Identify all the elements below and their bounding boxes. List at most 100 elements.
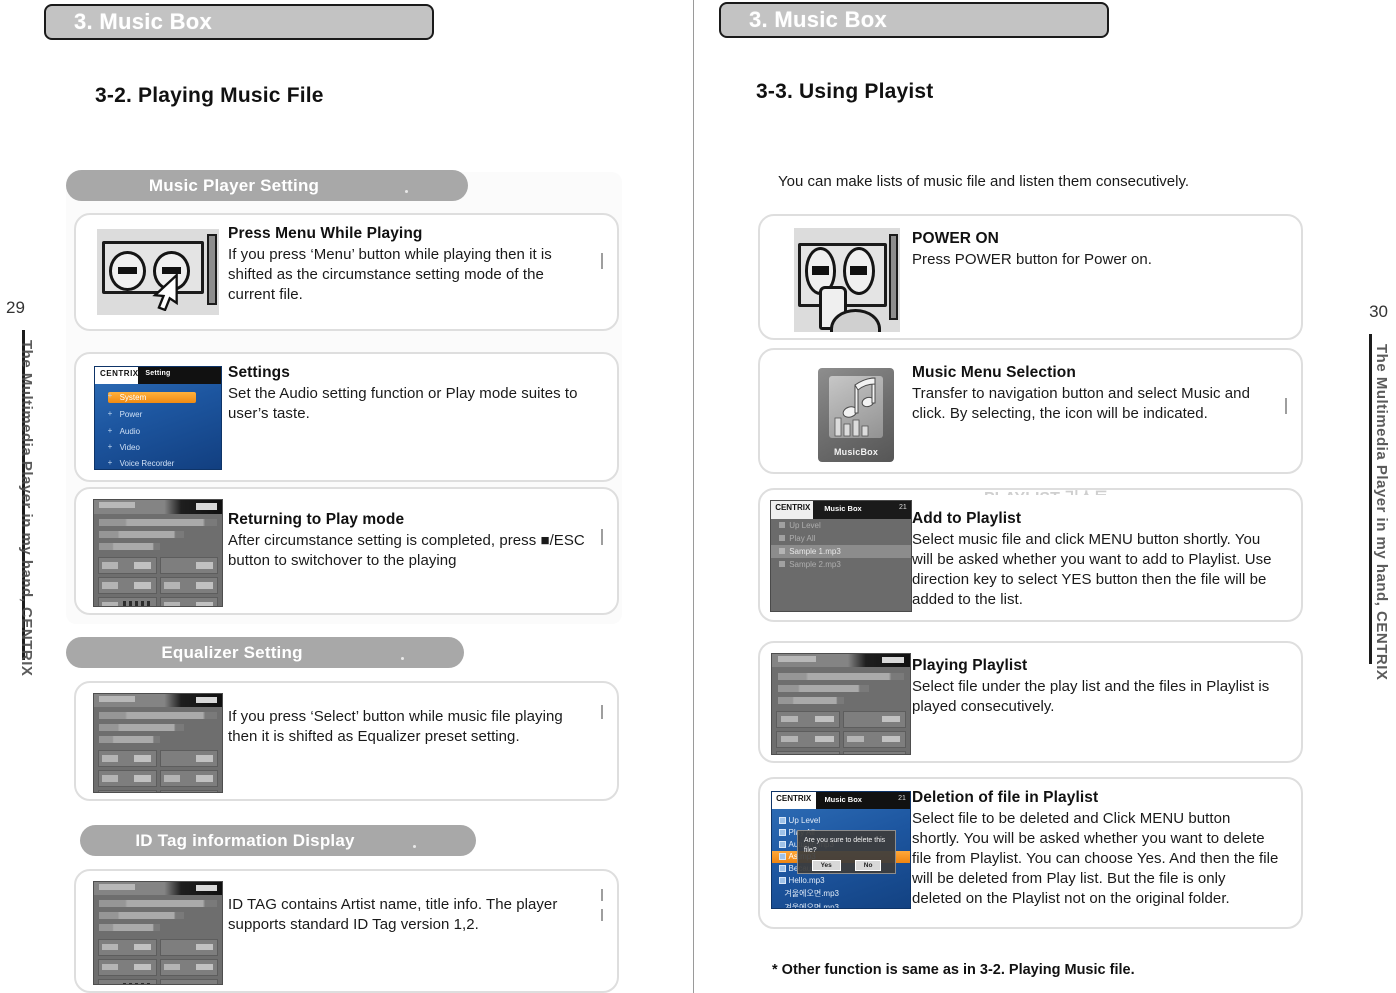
card-text: Select file under the play list and the … [912, 678, 1270, 715]
capsule-dot-icon [413, 845, 416, 848]
card-body: Returning to Play mode After circumstanc… [228, 489, 617, 571]
right-margin: 30 The Multimedia Player in my hand, CEN… [1340, 0, 1396, 993]
list-item: Up Level [771, 519, 911, 532]
card-text: If you press ‘Select’ button while music… [228, 708, 563, 745]
chapter-pill-left: 3. Music Box [44, 4, 434, 40]
gray-playlist-browser: CENTRIX Music Box 21 Up Level Play All S… [770, 500, 912, 612]
dialog-no-button[interactable]: No [854, 860, 882, 872]
card-text: If you press ‘Menu’ button while playing… [228, 246, 552, 303]
battery-indicator: 21 [899, 504, 907, 512]
screen-tag: Music Box [824, 503, 862, 513]
clipped-glyph [601, 909, 603, 921]
group-header-equalizer-setting: Equalizer Setting [66, 637, 464, 668]
card-title: POWER ON [912, 230, 999, 247]
card-settings: CENTRIX Setting System Power Audio Video… [74, 352, 619, 482]
thumb-music-player-lcd [76, 489, 228, 607]
device-power-photo [794, 228, 900, 332]
settings-menu-list: System Power Audio Video Voice Recorder … [95, 384, 221, 469]
card-body: Deletion of file in Playlist Select file… [912, 779, 1301, 909]
margin-rule-right [1369, 334, 1372, 664]
device-dials-photo [97, 229, 219, 315]
list-item-label: 겨울에오면.mp3 [784, 903, 839, 909]
thumb-delete-dialog: CENTRIX Music Box 21 Up Level Play All A… [760, 779, 912, 909]
left-page: 3. Music Box 3-2. Playing Music File Mus… [0, 0, 693, 993]
music-player-lcd [93, 499, 223, 607]
card-text: Transfer to navigation button and select… [912, 385, 1250, 422]
thumb-musicbox-icon: MusicBox [760, 350, 912, 462]
mouse-cursor-icon [152, 272, 178, 311]
screen-header: CENTRIX Setting [95, 367, 221, 385]
right-section-title: 3-3. Using Playist [756, 80, 934, 103]
device-rail [889, 234, 898, 320]
card-power-on: POWER ON Press POWER button for Power on… [758, 214, 1303, 340]
vertical-brand-right: The Multimedia Player in my hand, CENTRI… [1373, 344, 1390, 681]
list-item: Up Level [772, 815, 910, 827]
card-text: Select music file and click MENU button … [912, 531, 1272, 608]
card-body: POWER ON Press POWER button for Power on… [912, 216, 1301, 270]
thumb-device-dials [76, 215, 228, 315]
page-number-left: 29 [6, 298, 25, 317]
brand-label: CENTRIX [100, 369, 139, 379]
music-player-lcd [93, 881, 223, 985]
list-item-selected: Sample 1.mp3 [771, 544, 911, 558]
lcd-titlebar [94, 500, 222, 514]
clipped-heading: PLAYLIST 리스트 [984, 490, 1194, 495]
list-item: Hello.mp3 [772, 875, 910, 887]
list-item-label: Up Level [789, 520, 821, 530]
left-section-title: 3-2. Playing Music File [95, 84, 324, 107]
card-text: Set the Audio setting function or Play m… [228, 385, 578, 422]
card-title: Settings [228, 364, 290, 381]
settings-item-power[interactable]: Power [108, 409, 221, 419]
card-music-menu-selection: MusicBox Music Menu Selection Transfer t… [758, 348, 1303, 474]
thumb-settings-menu: CENTRIX Setting System Power Audio Video… [76, 354, 228, 470]
brand-label: CENTRIX [776, 794, 812, 804]
confirm-delete-dialog: Are you sure to delete this file? Yes No [796, 830, 897, 875]
card-body: Music Menu Selection Transfer to navigat… [912, 350, 1301, 424]
card-deletion-of-file: CENTRIX Music Box 21 Up Level Play All A… [758, 777, 1303, 929]
clipped-glyph [601, 889, 603, 901]
brand-label: CENTRIX [775, 503, 811, 513]
clipped-glyph [601, 705, 603, 719]
page-number-right: 30 [1369, 302, 1388, 321]
intro-text: You can make lists of music file and lis… [778, 173, 1190, 190]
settings-item-voice-recorder[interactable]: Voice Recorder [108, 458, 221, 468]
card-press-menu-while-playing: Press Menu While Playing If you press ‘M… [74, 213, 619, 331]
settings-menu-screen: CENTRIX Setting System Power Audio Video… [94, 366, 222, 470]
card-body: Settings Set the Audio setting function … [228, 354, 617, 424]
list-item-label: Up Level [788, 816, 821, 826]
dialog-yes-button[interactable]: Yes [811, 860, 841, 872]
list-item-label: Sample 1.mp3 [789, 546, 841, 556]
list-item: 겨울에오면.mp3 [772, 901, 910, 909]
lcd-info-grid [94, 557, 222, 606]
card-id-tag: ID TAG contains Artist name, title info.… [74, 869, 619, 993]
list-item: Sample 2.mp3 [771, 558, 911, 571]
chapter-pill-left-label: 3. Music Box [74, 9, 213, 34]
music-player-lcd [93, 693, 223, 793]
group-header-label: Music Player Setting [148, 175, 320, 195]
settings-item-video[interactable]: Video [108, 442, 221, 452]
battery-indicator: 21 [898, 795, 906, 803]
delete-dialog-screen: CENTRIX Music Box 21 Up Level Play All A… [771, 791, 911, 909]
card-title: Press Menu While Playing [228, 225, 423, 242]
capsule-dot-icon [401, 657, 404, 660]
manual-page-spread: 3. Music Box 3-2. Playing Music File Mus… [0, 0, 1396, 993]
card-body: ID TAG contains Artist name, title info.… [228, 871, 617, 935]
thumb-music-player-lcd [760, 643, 912, 755]
thumb-device-power [760, 216, 912, 332]
card-body: If you press ‘Select’ button while music… [228, 683, 617, 747]
list-item-label: Hello.mp3 [788, 876, 825, 886]
list-item-label: Play All [789, 533, 816, 543]
list-item-label: Sample 2.mp3 [789, 559, 841, 569]
clipped-glyph [601, 529, 603, 545]
thumb-music-player-lcd [76, 871, 228, 985]
settings-item-audio[interactable]: Audio [108, 426, 221, 436]
card-playing-playlist: Playing Playlist Select file under the p… [758, 641, 1303, 763]
card-title: Music Menu Selection [912, 364, 1076, 381]
musicbox-icon-label: MusicBox [833, 447, 879, 458]
group-header-label: ID Tag information Display [135, 830, 355, 850]
settings-item-system[interactable]: System [107, 391, 197, 403]
chapter-pill-right: 3. Music Box [719, 2, 1109, 38]
vertical-brand-left: The Multimedia Player in my hand, CENTRI… [18, 340, 35, 677]
list-item: Play All [771, 532, 911, 545]
card-equalizer-preset: If you press ‘Select’ button while music… [74, 681, 619, 801]
